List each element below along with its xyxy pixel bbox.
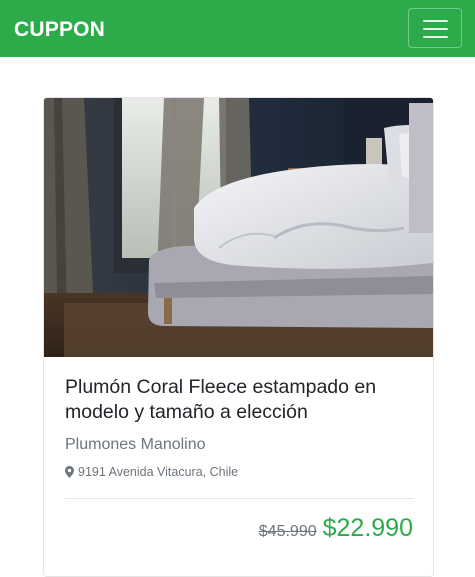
hamburger-menu-icon-bar [423,28,448,30]
deal-card[interactable]: Plumón Coral Fleece estampado en modelo … [43,97,434,577]
address-text: 9191 Avenida Vitacura, Chile [78,465,239,479]
hamburger-menu-icon [423,20,448,22]
brand-logo[interactable]: CUPPON [14,19,105,41]
map-marker-icon [65,466,74,478]
deal-title[interactable]: Plumón Coral Fleece estampado en modelo … [65,375,410,425]
price-block: $45.990 $22.990 [259,514,413,543]
hamburger-menu-icon-bar [423,36,448,38]
navbar: CUPPON [0,0,475,57]
original-price: $45.990 [258,523,317,540]
menu-toggle-button[interactable] [408,8,462,48]
deal-image[interactable] [44,98,433,357]
deal-address: 9191 Avenida Vitacura, Chile [65,464,238,480]
merchant-name: Plumones Manolino [65,436,206,453]
divider [65,498,414,499]
discounted-price: $22.990 [322,514,413,542]
